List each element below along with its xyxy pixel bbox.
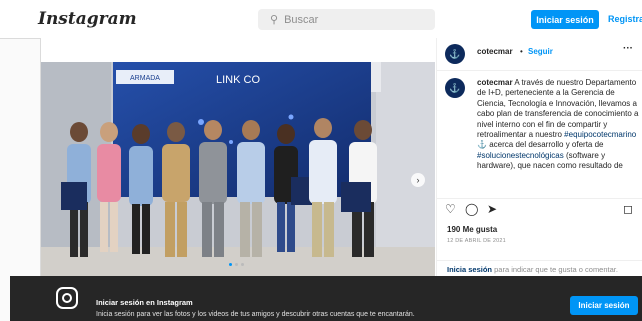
carousel-dot bbox=[241, 263, 244, 266]
post-photo[interactable]: ARMADA LINK CO › bbox=[41, 62, 435, 287]
more-icon[interactable]: ··· bbox=[623, 43, 633, 54]
search-input[interactable]: Buscar bbox=[284, 14, 318, 26]
login-banner: Iniciar sesión en Instagram Inicia sesió… bbox=[10, 276, 642, 321]
group-photo: ARMADA LINK CO bbox=[41, 62, 435, 287]
next-arrow-icon[interactable]: › bbox=[411, 173, 425, 187]
banner-text-left: ARMADA bbox=[130, 75, 160, 82]
ship-emoji-icon: ⚓ bbox=[477, 140, 487, 150]
likes-count[interactable]: 190 Me gusta bbox=[447, 225, 497, 234]
post-card: ARMADA LINK CO › ⚓ cotecmar • Seguir ···… bbox=[40, 38, 642, 287]
post-username[interactable]: cotecmar bbox=[477, 47, 513, 56]
hashtag-soluciones[interactable]: #solucionestecnológicas bbox=[477, 151, 564, 160]
heart-icon[interactable]: ♡ bbox=[445, 202, 456, 216]
login-button[interactable]: Iniciar sesión bbox=[531, 10, 599, 29]
instagram-logo[interactable]: Instagram bbox=[38, 9, 137, 29]
carousel-dot bbox=[229, 263, 232, 266]
banner-subtitle: Inicia sesión para ver las fotos y los v… bbox=[96, 311, 415, 318]
share-icon[interactable]: ➤ bbox=[487, 202, 497, 216]
banner-text-right: LINK CO bbox=[216, 74, 260, 86]
caption-avatar[interactable]: ⚓ bbox=[445, 78, 465, 98]
login-link[interactable]: Inicia sesión bbox=[447, 265, 492, 274]
hashtag-equipo[interactable]: #equipocotecmarino bbox=[564, 130, 636, 139]
post-date: 12 DE ABRIL DE 2021 bbox=[447, 238, 506, 244]
register-link[interactable]: Registra bbox=[608, 14, 642, 24]
instagram-icon bbox=[56, 287, 78, 309]
separator-dot: • bbox=[520, 47, 523, 56]
carousel-dot bbox=[235, 263, 238, 266]
caption-text-2: acerca del desarrollo y oferta de bbox=[489, 140, 604, 150]
post-actions: ♡ ◯ ➤ ◻ bbox=[437, 198, 642, 217]
post-header: ⚓ cotecmar • Seguir ··· bbox=[437, 38, 642, 71]
banner-login-button[interactable]: Iniciar sesión bbox=[570, 296, 638, 315]
comment-icon[interactable]: ◯ bbox=[465, 202, 478, 216]
avatar[interactable]: ⚓ bbox=[445, 44, 465, 64]
post-caption: cotecmar A través de nuestro Departament… bbox=[477, 78, 642, 172]
search-icon: ⚲ bbox=[270, 14, 279, 26]
post-sidebar: ⚓ cotecmar • Seguir ··· ⚓ cotecmar A tra… bbox=[436, 38, 642, 276]
bookmark-icon[interactable]: ◻ bbox=[623, 202, 633, 216]
search-box[interactable]: ⚲ Buscar bbox=[258, 9, 435, 30]
caption-username[interactable]: cotecmar bbox=[477, 78, 513, 87]
follow-button[interactable]: Seguir bbox=[528, 47, 553, 56]
top-navbar: Instagram ⚲ Buscar Iniciar sesión Regist… bbox=[0, 0, 642, 39]
carousel-dots bbox=[229, 263, 244, 266]
login-to-comment-text: para indicar que te gusta o comentar. bbox=[494, 265, 618, 274]
banner-title: Iniciar sesión en Instagram bbox=[96, 298, 193, 307]
